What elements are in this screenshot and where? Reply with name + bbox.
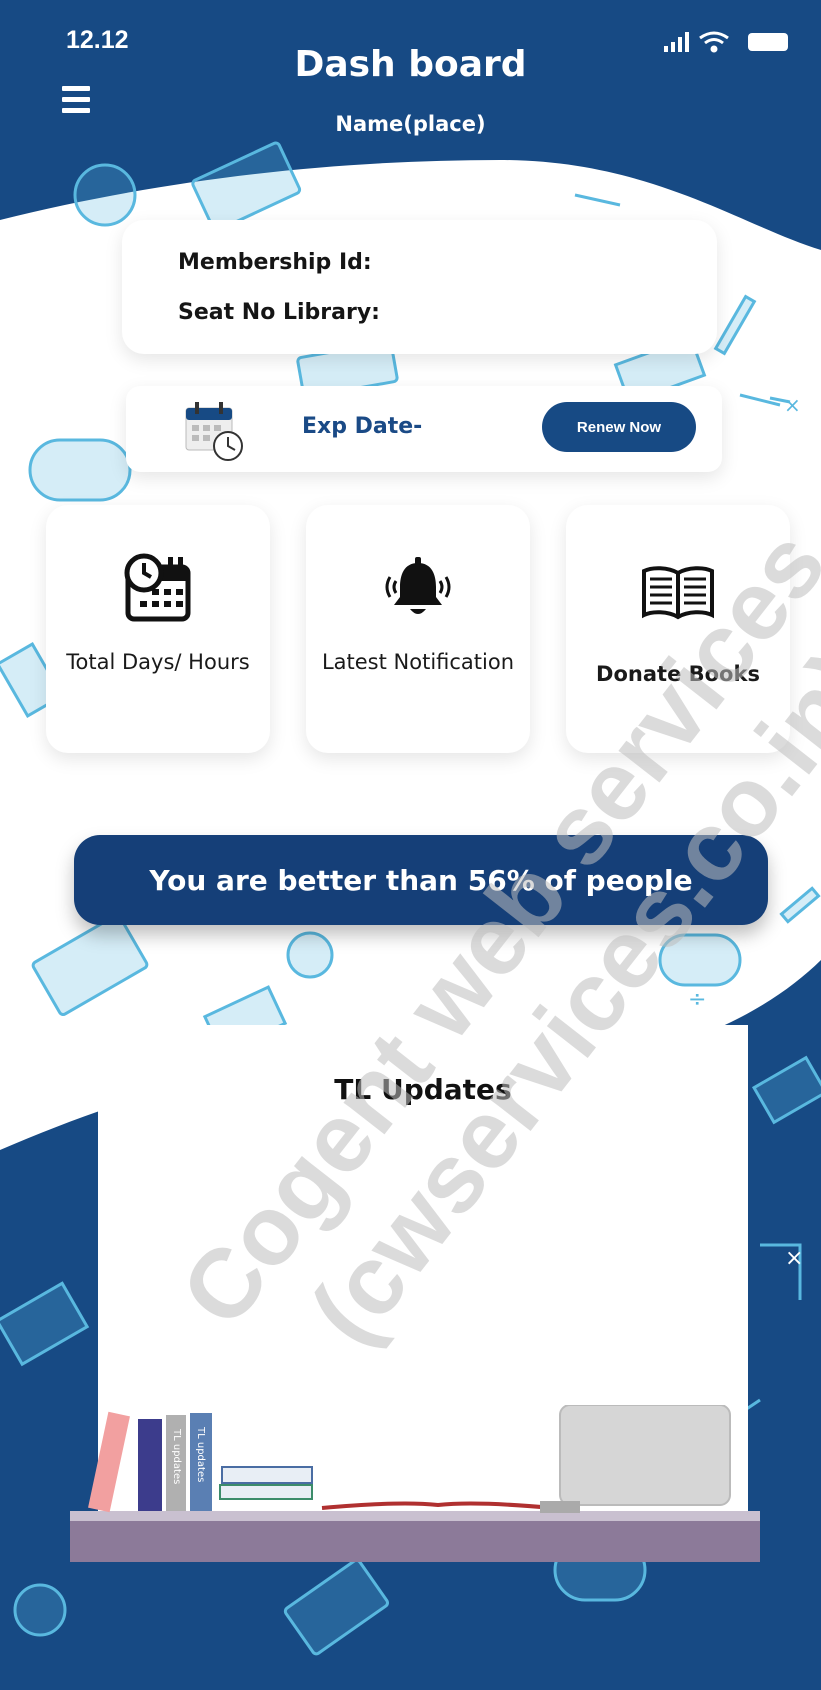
- open-book-icon: [642, 566, 714, 620]
- tile-label-total-days: Total Days/ Hours: [66, 650, 250, 674]
- renew-now-button[interactable]: Renew Now: [542, 402, 696, 452]
- page-title: Dash board: [294, 44, 527, 85]
- svg-text:×: ×: [785, 1246, 803, 1271]
- membership-id-label: Membership Id:: [178, 250, 372, 275]
- tile-label-latest-notification: Latest Notification: [321, 650, 515, 674]
- bookshelf-illustration: TL updates TL updates: [70, 1405, 760, 1562]
- dashboard-screen: × × ÷ 12.12 Dash board Name(place) Membe…: [0, 0, 821, 1690]
- book-spine-label: TL updates: [171, 1428, 182, 1484]
- exp-date-label: Exp Date-: [302, 414, 423, 439]
- performance-banner: You are better than 56% of people: [74, 835, 768, 925]
- tile-total-days-hours[interactable]: Total Days/ Hours: [46, 505, 270, 753]
- bell-icon: [385, 557, 451, 614]
- svg-text:÷: ÷: [688, 987, 706, 1012]
- calendar-clock-icon: [185, 402, 243, 461]
- membership-card: Membership Id: Seat No Library:: [122, 220, 717, 354]
- tile-donate-books[interactable]: Donate Books: [566, 505, 790, 753]
- tile-latest-notification[interactable]: Latest Notification: [306, 505, 530, 753]
- calendar-clock-icon: [124, 553, 191, 622]
- seat-no-label: Seat No Library:: [178, 300, 380, 325]
- page-subtitle: Name(place): [335, 112, 486, 136]
- expiry-card: Exp Date- Renew Now: [126, 386, 722, 472]
- tile-label-donate-books: Donate Books: [596, 662, 760, 686]
- svg-text:×: ×: [784, 393, 801, 417]
- tl-updates-title: TL Updates: [334, 1073, 512, 1106]
- book-spine-label: TL updates: [195, 1426, 206, 1482]
